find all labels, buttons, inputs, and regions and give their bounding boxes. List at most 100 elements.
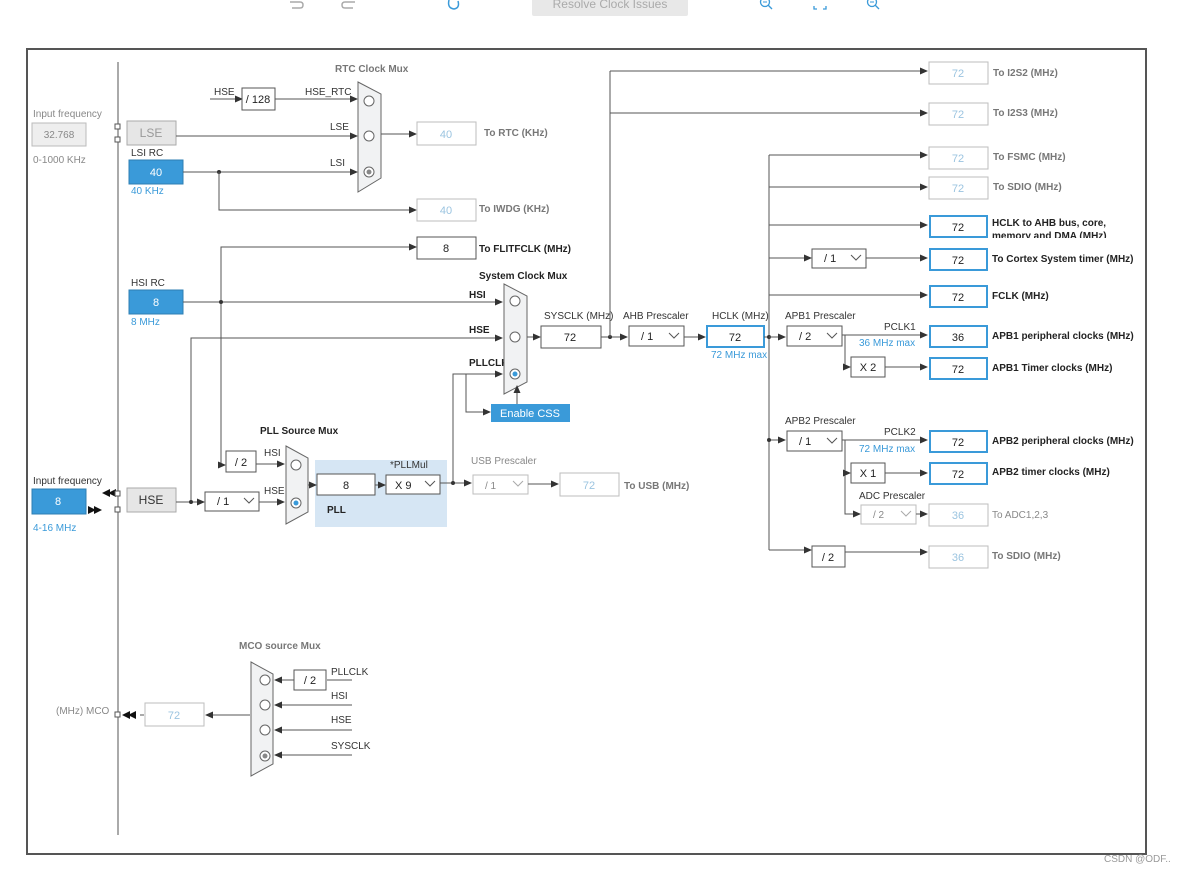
- apb2-prescaler-value: / 1: [799, 436, 811, 448]
- zoom-out-icon[interactable]: [866, 0, 880, 10]
- zoom-in-icon[interactable]: [759, 0, 773, 10]
- to-flitfclk-value: 8: [443, 243, 449, 255]
- rtc-clock-mux[interactable]: [357, 81, 382, 193]
- to-i2s3-label: To I2S3 (MHz): [993, 108, 1058, 119]
- lse-input-value: 32.768: [44, 130, 75, 141]
- pll-label: PLL: [327, 505, 346, 516]
- apb1-periph-field[interactable]: 36: [929, 325, 988, 348]
- to-iwdg-field: 40: [416, 198, 477, 222]
- pll-source-hsi-label: HSI: [264, 448, 281, 459]
- hse-block: HSE: [126, 487, 177, 513]
- pllmul-select[interactable]: X 9: [385, 474, 441, 495]
- apb2-periph-field[interactable]: 72: [929, 430, 988, 453]
- fit-screen-icon[interactable]: [813, 6, 827, 10]
- adc-prescaler-select[interactable]: / 2: [860, 504, 917, 525]
- hse-prescaler-select[interactable]: / 1: [204, 491, 260, 512]
- sysclk-field[interactable]: 72: [540, 325, 602, 349]
- resolve-clock-issues-button[interactable]: Resolve Clock Issues: [532, 0, 688, 16]
- to-sdio-field: 72: [928, 176, 989, 200]
- hsi-block: 8: [128, 289, 184, 315]
- apb1-periph-value: 36: [952, 332, 964, 344]
- sysmux-option-hsi[interactable]: [509, 295, 521, 307]
- arrow-left-icon: [122, 711, 136, 719]
- rtc-mux-option-hse[interactable]: [363, 95, 375, 107]
- system-clock-mux[interactable]: [503, 283, 528, 395]
- to-fsmc-label: To FSMC (MHz): [993, 152, 1066, 163]
- arrow-left-icon: [88, 506, 102, 514]
- hse-input-frequency-label: Input frequency: [33, 476, 102, 487]
- lse-input-field[interactable]: 32.768: [31, 122, 87, 147]
- sysmux-pllclk-label: PLLCLK: [469, 358, 509, 369]
- adc-field: 36: [928, 503, 989, 527]
- pllmul-value: X 9: [395, 480, 412, 492]
- pll-source-hse-label: HSE: [264, 486, 285, 497]
- rtc-hse-rtc-label: HSE_RTC: [305, 87, 352, 98]
- apb1-timer-value: 72: [952, 364, 964, 376]
- hclk-max-label: 72 MHz max: [711, 350, 767, 361]
- to-sdio-label: To SDIO (MHz): [993, 182, 1062, 193]
- to-rtc-label: To RTC (KHz): [484, 128, 548, 139]
- apb2-timer-field[interactable]: 72: [929, 462, 988, 485]
- pll-source-mux[interactable]: [285, 445, 309, 525]
- to-i2s2-value: 72: [952, 68, 964, 80]
- apb1-timer-label: APB1 Timer clocks (MHz): [992, 363, 1112, 374]
- to-iwdg-label: To IWDG (KHz): [479, 204, 549, 215]
- hse-input-field[interactable]: 8: [31, 488, 87, 515]
- pclk2-label: PCLK2: [884, 427, 916, 438]
- rtc-mux-title: RTC Clock Mux: [335, 64, 409, 75]
- apb2-periph-value: 72: [952, 437, 964, 449]
- enable-css-button[interactable]: Enable CSS: [491, 404, 570, 422]
- mco-sysclk-label: SYSCLK: [331, 741, 371, 752]
- fclk-field[interactable]: 72: [929, 285, 988, 308]
- sdio-div2-value: / 2: [822, 552, 834, 564]
- ahb-prescaler-select[interactable]: / 1: [628, 325, 685, 347]
- pclk1-label: PCLK1: [884, 322, 916, 333]
- hse-prescaler-value: / 1: [217, 496, 229, 508]
- apb1-prescaler-select[interactable]: / 2: [786, 325, 843, 347]
- apb2-prescaler-select[interactable]: / 1: [786, 430, 843, 452]
- usb-prescaler-label: USB Prescaler: [471, 456, 537, 467]
- lse-pin-2: [114, 136, 121, 143]
- rtc-div128-block: / 128: [241, 87, 276, 111]
- cortex-prescaler-select[interactable]: / 1: [811, 248, 867, 269]
- mco-label: (MHz) MCO: [56, 706, 110, 717]
- hclk-ahb-field[interactable]: 72: [929, 215, 988, 238]
- arrow-right-icon: [102, 489, 116, 497]
- mco-option-hsi[interactable]: [259, 699, 271, 711]
- to-i2s2-field: 72: [928, 61, 989, 85]
- refresh-icon[interactable]: [447, 0, 460, 10]
- sysmux-hse-label: HSE: [469, 325, 490, 336]
- mco-option-hse[interactable]: [259, 724, 271, 736]
- hse-input-value: 8: [55, 496, 61, 508]
- resolve-clock-issues-label: Resolve Clock Issues: [553, 0, 668, 11]
- apb2-timer-mul-value: X 1: [860, 468, 877, 480]
- lsi-value: 40: [150, 167, 162, 179]
- redo-icon[interactable]: [341, 1, 355, 9]
- to-sdio2-label: To SDIO (MHz): [992, 551, 1061, 562]
- mco-div2-value: / 2: [304, 675, 316, 687]
- cortex-timer-label: To Cortex System timer (MHz): [992, 254, 1134, 265]
- to-rtc-value: 40: [440, 129, 452, 141]
- hclk-ahb-value: 72: [952, 222, 964, 234]
- lse-input-frequency-label: Input frequency: [33, 109, 102, 120]
- apb1-timer-field[interactable]: 72: [929, 357, 988, 380]
- toolbar: Resolve Clock Issues: [290, 0, 880, 16]
- mco-option-pllclk[interactable]: [259, 674, 271, 686]
- to-usb-field: 72: [559, 472, 620, 497]
- to-sdio-value: 72: [952, 183, 964, 195]
- pll-source-option-hsi[interactable]: [290, 459, 302, 471]
- mco-source-mux[interactable]: [250, 661, 274, 777]
- hsi-rc-label: HSI RC: [131, 278, 165, 289]
- rtc-lsi-label: LSI: [330, 158, 345, 169]
- usb-prescaler-select[interactable]: / 1: [472, 474, 529, 495]
- hclk-value: 72: [729, 332, 741, 344]
- undo-icon[interactable]: [290, 1, 304, 9]
- sysmux-option-hse[interactable]: [509, 331, 521, 343]
- adc-value: 36: [952, 510, 964, 522]
- pll-hsi-div2-block: / 2: [225, 450, 257, 473]
- lse-range-label: 0-1000 KHz: [33, 155, 86, 166]
- lsi-frequency: 40 KHz: [131, 186, 164, 197]
- rtc-mux-option-lse[interactable]: [363, 130, 375, 142]
- cortex-timer-field[interactable]: 72: [929, 248, 988, 271]
- hclk-field[interactable]: 72: [706, 325, 765, 348]
